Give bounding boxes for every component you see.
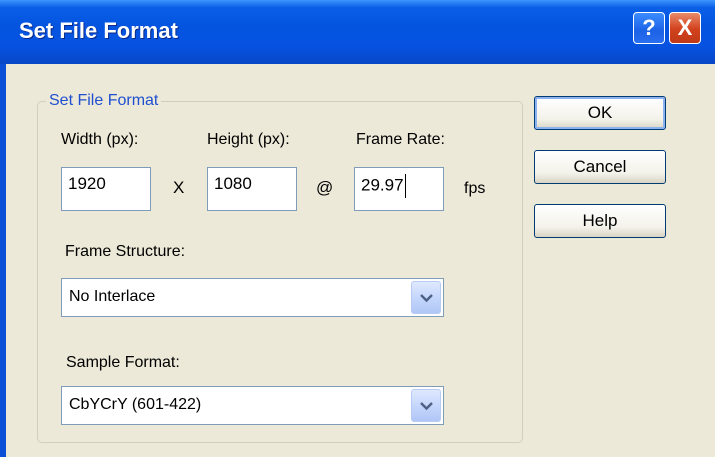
width-label: Width (px): xyxy=(61,131,139,148)
title-bar[interactable]: Set File Format ? X xyxy=(0,0,715,64)
cancel-button[interactable]: Cancel xyxy=(534,150,666,184)
width-input[interactable]: 1920 xyxy=(61,167,151,211)
sample-format-value: CbYCrY (601-422) xyxy=(69,396,202,413)
set-file-format-dialog: Set File Format ? X Set File Format Widt… xyxy=(0,0,715,457)
close-icon[interactable]: X xyxy=(669,12,701,44)
width-value: 1920 xyxy=(68,174,106,193)
height-label: Height (px): xyxy=(207,131,290,148)
help-icon[interactable]: ? xyxy=(633,12,665,44)
frame-structure-label: Frame Structure: xyxy=(65,243,186,260)
frame-rate-label: Frame Rate: xyxy=(356,131,445,148)
chevron-down-icon[interactable] xyxy=(411,389,441,422)
sample-format-dropdown[interactable]: CbYCrY (601-422) xyxy=(61,386,444,425)
fps-label: fps xyxy=(464,180,486,197)
height-input[interactable]: 1080 xyxy=(207,167,297,211)
at-symbol: @ xyxy=(316,178,334,197)
group-legend: Set File Format xyxy=(46,92,162,110)
frame-structure-dropdown[interactable]: No Interlace xyxy=(61,278,444,317)
text-caret xyxy=(404,174,406,198)
help-button[interactable]: Help xyxy=(534,204,666,238)
dialog-title: Set File Format xyxy=(19,18,178,43)
times-symbol: X xyxy=(173,178,185,197)
window-border xyxy=(0,64,6,457)
frame-structure-value: No Interlace xyxy=(69,288,156,305)
sample-format-label: Sample Format: xyxy=(66,354,180,371)
height-value: 1080 xyxy=(214,174,252,193)
chevron-down-icon[interactable] xyxy=(411,281,441,314)
frame-rate-input[interactable]: 29.97 xyxy=(354,167,444,211)
ok-button[interactable]: OK xyxy=(534,96,666,130)
frame-rate-value: 29.97 xyxy=(361,175,404,195)
